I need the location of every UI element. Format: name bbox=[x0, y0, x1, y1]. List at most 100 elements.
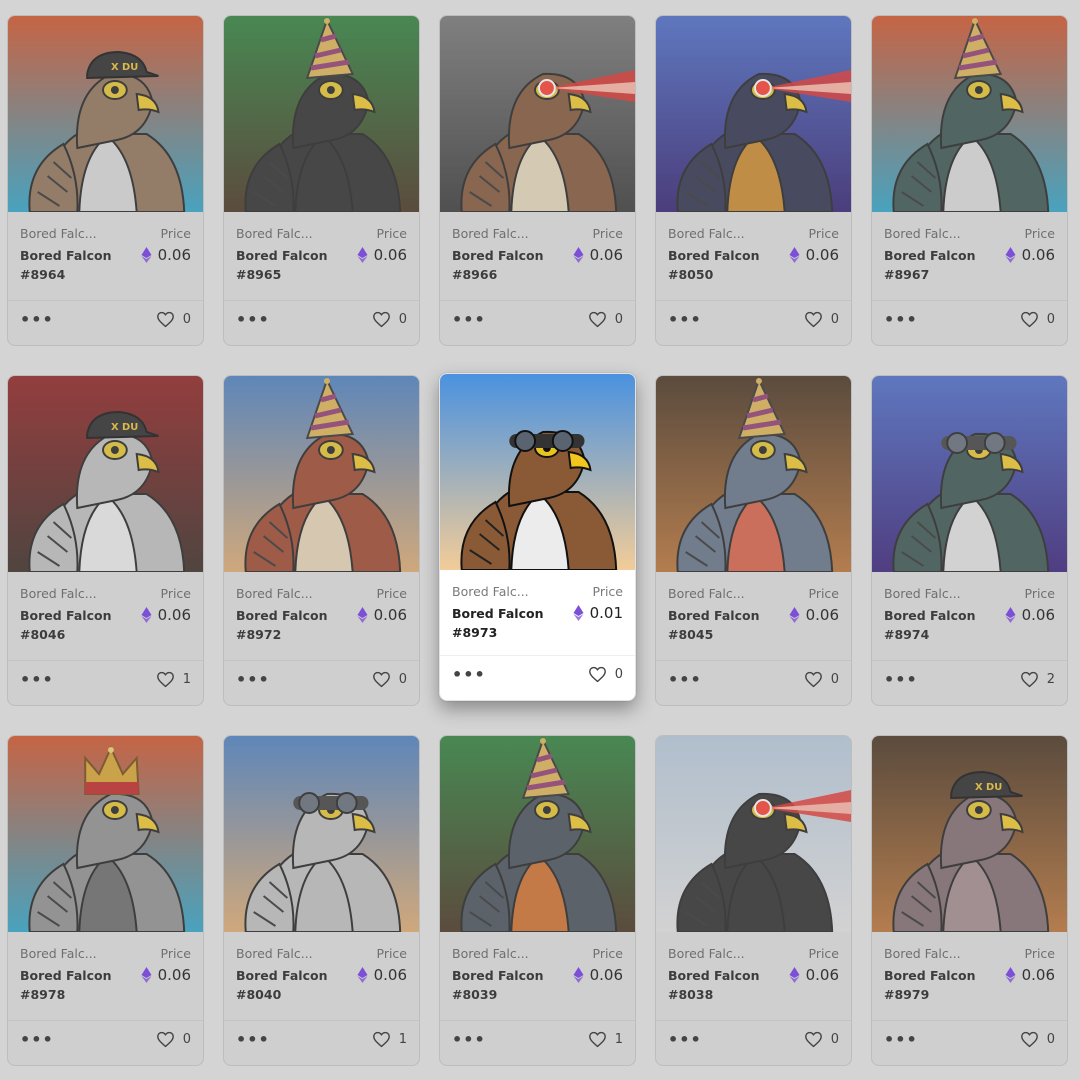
nft-name[interactable]: Bored Falcon #8966 bbox=[452, 246, 562, 284]
more-options-button[interactable]: ••• bbox=[668, 1031, 701, 1051]
nft-image[interactable] bbox=[440, 16, 635, 212]
more-options-button[interactable]: ••• bbox=[452, 1031, 485, 1051]
nft-name[interactable]: Bored Falcon #8050 bbox=[668, 246, 778, 284]
price-amount: 0.06 bbox=[589, 966, 623, 984]
nft-image[interactable]: X DU bbox=[8, 376, 203, 572]
more-options-button[interactable]: ••• bbox=[668, 671, 701, 691]
eth-icon bbox=[789, 247, 800, 263]
more-options-button[interactable]: ••• bbox=[20, 1031, 53, 1051]
nft-card[interactable]: Bored Falc... Price Bored Falcon #8038 0… bbox=[655, 735, 852, 1066]
heart-icon bbox=[1020, 1031, 1039, 1048]
nft-card[interactable]: Bored Falc... Price Bored Falcon #8050 0… bbox=[655, 15, 852, 346]
nft-card[interactable]: Bored Falc... Price Bored Falcon #8978 0… bbox=[7, 735, 204, 1066]
like-button[interactable]: 0 bbox=[372, 311, 407, 328]
collection-name[interactable]: Bored Falc... bbox=[452, 226, 529, 241]
like-button[interactable]: 0 bbox=[156, 1031, 191, 1048]
like-button[interactable]: 0 bbox=[588, 311, 623, 328]
collection-name[interactable]: Bored Falc... bbox=[236, 226, 313, 241]
nft-image[interactable] bbox=[224, 736, 419, 932]
collection-name[interactable]: Bored Falc... bbox=[20, 946, 97, 961]
nft-image[interactable] bbox=[656, 376, 851, 572]
like-button[interactable]: 1 bbox=[156, 671, 191, 688]
nft-name[interactable]: Bored Falcon #8978 bbox=[20, 966, 130, 1004]
like-button[interactable]: 0 bbox=[804, 311, 839, 328]
collection-name[interactable]: Bored Falc... bbox=[452, 946, 529, 961]
collection-name[interactable]: Bored Falc... bbox=[884, 946, 961, 961]
like-button[interactable]: 0 bbox=[1020, 311, 1055, 328]
nft-name[interactable]: Bored Falcon #8038 bbox=[668, 966, 778, 1004]
collection-name[interactable]: Bored Falc... bbox=[668, 226, 745, 241]
more-options-button[interactable]: ••• bbox=[884, 311, 917, 331]
more-options-button[interactable]: ••• bbox=[20, 671, 53, 691]
like-button[interactable]: 0 bbox=[804, 1031, 839, 1048]
nft-card[interactable]: Bored Falc... Price Bored Falcon #8967 0… bbox=[871, 15, 1068, 346]
more-options-button[interactable]: ••• bbox=[452, 666, 485, 686]
like-button[interactable]: 2 bbox=[1020, 671, 1055, 688]
collection-name[interactable]: Bored Falc... bbox=[452, 584, 529, 599]
nft-image[interactable]: X DU bbox=[872, 736, 1067, 932]
more-options-button[interactable]: ••• bbox=[236, 1031, 269, 1051]
nft-name[interactable]: Bored Falcon #8973 bbox=[452, 604, 562, 642]
more-options-button[interactable]: ••• bbox=[668, 311, 701, 331]
like-count: 1 bbox=[614, 1032, 623, 1047]
nft-name[interactable]: Bored Falcon #8965 bbox=[236, 246, 346, 284]
nft-name[interactable]: Bored Falcon #8967 bbox=[884, 246, 994, 284]
nft-image[interactable] bbox=[440, 736, 635, 932]
nft-card[interactable]: Bored Falc... Price Bored Falcon #8966 0… bbox=[439, 15, 636, 346]
nft-image[interactable] bbox=[224, 376, 419, 572]
nft-image[interactable] bbox=[656, 16, 851, 212]
nft-name[interactable]: Bored Falcon #8040 bbox=[236, 966, 346, 1004]
more-options-button[interactable]: ••• bbox=[452, 311, 485, 331]
collection-name[interactable]: Bored Falc... bbox=[668, 586, 745, 601]
nft-name[interactable]: Bored Falcon #8039 bbox=[452, 966, 562, 1004]
nft-card[interactable]: Bored Falc... Price Bored Falcon #8040 0… bbox=[223, 735, 420, 1066]
heart-icon bbox=[372, 311, 391, 328]
nft-card[interactable]: Bored Falc... Price Bored Falcon #8972 0… bbox=[223, 375, 420, 706]
collection-name[interactable]: Bored Falc... bbox=[884, 586, 961, 601]
nft-card[interactable]: Bored Falc... Price Bored Falcon #8045 0… bbox=[655, 375, 852, 706]
collection-name[interactable]: Bored Falc... bbox=[20, 226, 97, 241]
nft-card[interactable]: Bored Falc... Price Bored Falcon #8974 0… bbox=[871, 375, 1068, 706]
nft-image[interactable] bbox=[440, 374, 635, 570]
like-button[interactable]: 0 bbox=[372, 671, 407, 688]
like-count: 1 bbox=[398, 1032, 407, 1047]
card-footer: ••• 1 bbox=[440, 1020, 635, 1065]
price-label: Price bbox=[1024, 586, 1056, 601]
nft-card[interactable]: X DU Bored Falc... Price Bored Falcon #8… bbox=[7, 375, 204, 706]
nft-image[interactable] bbox=[872, 376, 1067, 572]
nft-name[interactable]: Bored Falcon #8974 bbox=[884, 606, 994, 644]
collection-name[interactable]: Bored Falc... bbox=[236, 946, 313, 961]
more-options-button[interactable]: ••• bbox=[236, 671, 269, 691]
more-options-button[interactable]: ••• bbox=[884, 1031, 917, 1051]
nft-image[interactable] bbox=[872, 16, 1067, 212]
more-options-button[interactable]: ••• bbox=[884, 671, 917, 691]
collection-name[interactable]: Bored Falc... bbox=[884, 226, 961, 241]
party-hat-icon bbox=[521, 737, 571, 800]
like-button[interactable]: 0 bbox=[156, 311, 191, 328]
nft-image[interactable] bbox=[656, 736, 851, 932]
nft-image[interactable] bbox=[224, 16, 419, 212]
like-button[interactable]: 1 bbox=[372, 1031, 407, 1048]
nft-card[interactable]: Bored Falc... Price Bored Falcon #8965 0… bbox=[223, 15, 420, 346]
collection-name[interactable]: Bored Falc... bbox=[668, 946, 745, 961]
like-button[interactable]: 1 bbox=[588, 1031, 623, 1048]
nft-card[interactable]: Bored Falc... Price Bored Falcon #8973 0… bbox=[439, 373, 636, 701]
like-count: 0 bbox=[830, 312, 839, 327]
like-button[interactable]: 0 bbox=[1020, 1031, 1055, 1048]
nft-card[interactable]: Bored Falc... Price Bored Falcon #8039 0… bbox=[439, 735, 636, 1066]
nft-name[interactable]: Bored Falcon #8979 bbox=[884, 966, 994, 1004]
more-options-button[interactable]: ••• bbox=[20, 311, 53, 331]
like-button[interactable]: 0 bbox=[588, 666, 623, 683]
nft-image[interactable] bbox=[8, 736, 203, 932]
nft-card[interactable]: X DU Bored Falc... Price Bored Falcon #8… bbox=[871, 735, 1068, 1066]
collection-name[interactable]: Bored Falc... bbox=[236, 586, 313, 601]
nft-name[interactable]: Bored Falcon #8964 bbox=[20, 246, 130, 284]
nft-card[interactable]: X DU Bored Falc... Price Bored Falcon #8… bbox=[7, 15, 204, 346]
nft-name[interactable]: Bored Falcon #8046 bbox=[20, 606, 130, 644]
like-button[interactable]: 0 bbox=[804, 671, 839, 688]
nft-name[interactable]: Bored Falcon #8045 bbox=[668, 606, 778, 644]
collection-name[interactable]: Bored Falc... bbox=[20, 586, 97, 601]
nft-image[interactable]: X DU bbox=[8, 16, 203, 212]
nft-name[interactable]: Bored Falcon #8972 bbox=[236, 606, 346, 644]
more-options-button[interactable]: ••• bbox=[236, 311, 269, 331]
